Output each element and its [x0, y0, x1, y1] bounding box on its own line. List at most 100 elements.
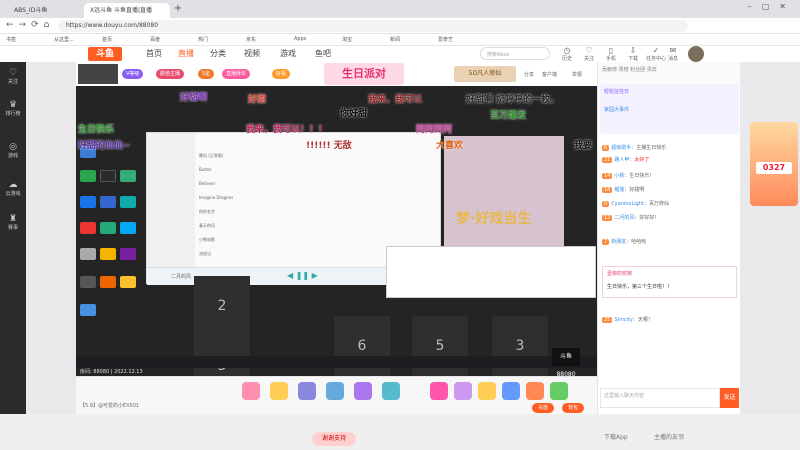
song-row: Butter — [199, 167, 212, 172]
gift-item[interactable] — [298, 382, 316, 400]
phone-icon[interactable]: ▯ 手机 — [606, 46, 616, 62]
bookmark-item[interactable]: 新闻 — [390, 36, 400, 43]
send-button[interactable]: 发送 — [720, 388, 739, 408]
search-input[interactable]: 搜索Abox — [480, 47, 550, 60]
recharge-button[interactable]: 充值 — [532, 403, 554, 413]
history-icon[interactable]: ◷ 历史 — [562, 46, 572, 62]
bookmark-item[interactable]: 淘宝 — [342, 36, 352, 43]
nav-buttons[interactable]: ←→⟳⌂ — [6, 20, 54, 30]
chat-level: 25 — [602, 317, 613, 323]
message-icon[interactable]: ✉ 消息 — [668, 46, 678, 62]
browser-tab[interactable]: ABS_ID斗鱼 — [8, 3, 80, 18]
song-row: 晚风 (正常版) — [199, 153, 224, 158]
streamer-avatar[interactable] — [78, 64, 118, 84]
footer-banner[interactable]: 谢谢支持 — [312, 432, 356, 446]
bookmark-item[interactable]: 爱奇艺 — [438, 36, 453, 43]
nav-home[interactable]: 首页 — [146, 48, 162, 59]
event-title[interactable]: 家园大事件 — [604, 106, 740, 113]
danmaku-comment: 大喜欢 — [436, 141, 464, 151]
anime-title-text: 梦·好戏当生 — [456, 211, 532, 227]
share-link[interactable]: 分享 — [524, 71, 534, 78]
pinned-title: 轻松征信日 — [604, 89, 630, 95]
event-badge[interactable]: 直播拜年 — [222, 69, 251, 79]
bookmark-item[interactable]: 百度 — [150, 36, 160, 43]
bookmark-item[interactable]: 京东 — [246, 36, 256, 43]
chat-username[interactable]: 路人甲 — [614, 157, 629, 163]
chat-username[interactable]: Simcity — [614, 317, 633, 323]
birthday-party-banner[interactable]: 生日派对 — [324, 63, 404, 85]
backpack-button[interactable]: 背包 — [562, 403, 584, 413]
chat-username[interactable]: 榴莲 — [614, 187, 624, 193]
window-controls[interactable]: –▢✕ — [748, 2, 796, 11]
rail-game[interactable]: ◎ 游戏 — [0, 142, 26, 159]
nav-yuba[interactable]: 鱼吧 — [315, 48, 331, 59]
rail-follow[interactable]: ♡ 关注 — [0, 68, 26, 85]
gift-item[interactable] — [382, 382, 400, 400]
client-link[interactable]: 客户端 — [542, 71, 557, 78]
category-badge[interactable]: 颜值主播 — [156, 69, 185, 79]
chat-input[interactable]: 这里输入聊天内容 — [600, 388, 720, 408]
streamed-desktop: 晚风 (正常版) Butter Believer Imagine Dragons… — [76, 86, 597, 376]
desktop-app-icon — [80, 196, 96, 208]
anime-artwork — [444, 136, 564, 246]
danmaku-comment: 好甜 — [248, 95, 267, 105]
nav-category[interactable]: 分类 — [210, 48, 226, 59]
gift-item[interactable] — [354, 382, 372, 400]
stream-header: V等级 颜值主播 5星 直播拜年 好看 生日派对 5D凡人修仙 分享 客户端 举… — [76, 62, 597, 86]
douyu-watermark: 斗鱼 88080 — [552, 348, 580, 376]
douyu-logo[interactable]: 斗鱼 — [88, 47, 122, 61]
rail-label: 排行榜 — [5, 111, 21, 117]
bookmark-item[interactable]: Apps — [294, 36, 306, 42]
gift-item[interactable] — [326, 382, 344, 400]
chat-username[interactable]: 小新 — [614, 173, 624, 179]
gift-item[interactable] — [550, 382, 568, 400]
chat-level: 21 — [602, 157, 613, 163]
new-tab-button[interactable]: + — [172, 3, 184, 15]
chat-rank-tabs[interactable]: 贡献榜 周榜 粉丝团 贵宾 — [598, 62, 741, 84]
nav-game[interactable]: 游戏 — [280, 48, 296, 59]
chat-level: 6 — [602, 145, 610, 151]
report-link[interactable]: 举报 — [572, 71, 582, 78]
gift-item[interactable] — [242, 382, 260, 400]
gift-item[interactable] — [270, 382, 288, 400]
nav-video[interactable]: 视频 — [244, 48, 260, 59]
chat-username[interactable]: 新朋友 — [611, 239, 626, 245]
chat-username[interactable]: 二月的风 — [614, 215, 634, 221]
gift-item[interactable] — [478, 382, 496, 400]
gift-item[interactable] — [454, 382, 472, 400]
chat-text: 好好好！ — [639, 215, 660, 221]
chat-username[interactable]: 超级助手 — [611, 145, 631, 151]
user-avatar[interactable] — [688, 46, 704, 62]
chat-username[interactable]: CyanineLight — [611, 201, 644, 207]
video-player[interactable]: 晚风 (正常版) Butter Believer Imagine Dragons… — [76, 86, 597, 376]
chat-message: 6 超级助手：主播生日快乐 — [602, 145, 667, 151]
nav-live[interactable]: 直播 — [178, 48, 194, 59]
task-icon[interactable]: ✓ 任务中心 — [646, 46, 666, 62]
download-icon[interactable]: ⇩ 下载 — [628, 46, 638, 62]
follow-icon[interactable]: ♡ 关注 — [584, 46, 594, 62]
chat-level: 7 — [602, 239, 610, 245]
rail-esports[interactable]: ♜ 赛事 — [0, 214, 26, 231]
tag-badge[interactable]: 好看 — [272, 69, 291, 79]
bookmark-item[interactable]: 热门 — [198, 36, 208, 43]
bookmark-item[interactable]: 书签 — [6, 36, 16, 43]
bookmark-item[interactable]: 首页 — [102, 36, 112, 43]
download-app-link[interactable]: 下载App — [604, 432, 628, 441]
browser-tab-active[interactable]: X远斗鱼 斗鱼直播|直播 — [84, 3, 170, 18]
chat-message: 7 新朋友：哈哈哈 — [602, 239, 647, 245]
song-row: Imagine Dragons — [199, 195, 234, 200]
gift-item[interactable] — [526, 382, 544, 400]
rail-cloud-game[interactable]: ☁ 云游戏 — [0, 180, 26, 197]
desktop-app-icon — [80, 248, 96, 260]
gift-item[interactable] — [502, 382, 520, 400]
streamer-friends-link[interactable]: 主播的友邻 — [654, 432, 684, 441]
desktop-app-icon — [100, 196, 116, 208]
rail-rank[interactable]: ♛ 排行榜 — [0, 100, 26, 117]
game-promo-banner[interactable]: 5D凡人修仙 — [454, 66, 516, 82]
chat-panel: 贡献榜 周榜 粉丝团 贵宾 轻松征信日 家园大事件 6 超级助手：主播生日快乐 2… — [597, 62, 741, 414]
gift-item[interactable] — [430, 382, 448, 400]
history-label: 历史 — [562, 56, 573, 62]
bookmark-item[interactable]: 从这里... — [54, 36, 74, 43]
url-input[interactable]: https://www.douyu.com/88080 — [58, 20, 688, 32]
rail-label: 赛事 — [7, 225, 18, 231]
